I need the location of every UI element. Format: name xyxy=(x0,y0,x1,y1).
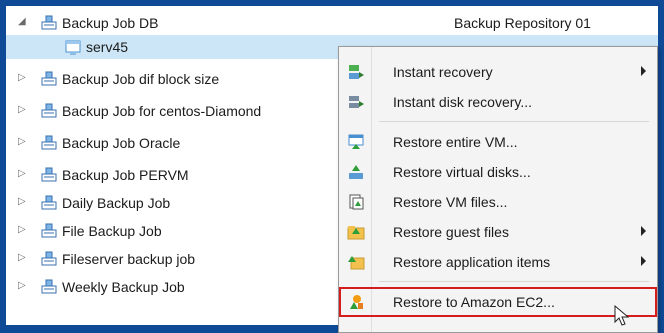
menu-item-restore-entire-vm[interactable]: Restore entire VM... xyxy=(339,127,657,157)
context-menu: Instant recovery Instant disk recovery..… xyxy=(338,46,658,333)
submenu-arrow-icon xyxy=(641,226,646,236)
menu-item-restore-guest-files[interactable]: Restore guest files xyxy=(339,217,657,247)
menu-item-restore-application-items[interactable]: Restore application items xyxy=(339,247,657,277)
menu-item-restore-virtual-disks[interactable]: Restore virtual disks... xyxy=(339,157,657,187)
tree-row-label: File Backup Job xyxy=(62,223,162,239)
tree-row-label: Backup Job DB xyxy=(62,15,159,31)
menu-item-label: Restore entire VM... xyxy=(393,134,518,150)
restore-vm-files-icon xyxy=(347,193,365,211)
menu-item-label: Restore VM files... xyxy=(393,194,508,210)
vm-icon xyxy=(64,38,82,56)
menu-item-label: Restore guest files xyxy=(393,224,509,240)
collapsed-triangle-icon[interactable]: ▷ xyxy=(18,224,28,236)
tree-row-label: Weekly Backup Job xyxy=(62,279,185,295)
backup-job-icon xyxy=(40,166,58,184)
menu-item-label: Restore to Amazon EC2... xyxy=(393,294,555,310)
backup-job-icon xyxy=(40,250,58,268)
tree-row-label: Backup Job PERVM xyxy=(62,167,189,183)
collapsed-triangle-icon[interactable]: ▷ xyxy=(18,104,28,116)
window-frame: ◢ Backup Job DB Backup Repository 01 ser… xyxy=(0,0,664,333)
menu-item-restore-to-amazon-ec2[interactable]: Restore to Amazon EC2... xyxy=(339,287,657,317)
menu-separator xyxy=(379,281,649,282)
restore-disks-icon xyxy=(347,163,365,181)
backup-job-icon xyxy=(40,134,58,152)
collapsed-triangle-icon[interactable]: ▷ xyxy=(18,252,28,264)
backup-job-icon xyxy=(40,278,58,296)
menu-item-restore-vm-files[interactable]: Restore VM files... xyxy=(339,187,657,217)
tree-row-label: Backup Job for centos-Diamond xyxy=(62,103,262,119)
instant-disk-recovery-icon xyxy=(347,93,365,111)
repository-label: Backup Repository 01 xyxy=(454,15,591,31)
backup-job-icon xyxy=(40,70,58,88)
menu-item-label: Instant recovery xyxy=(393,64,493,80)
restore-guest-files-icon xyxy=(347,223,365,241)
instant-recovery-icon xyxy=(347,63,365,81)
menu-item-instant-disk-recovery[interactable]: Instant disk recovery... xyxy=(339,87,657,117)
restore-app-items-icon xyxy=(347,253,365,271)
tree-row-label: Fileserver backup job xyxy=(62,251,196,267)
expanded-triangle-icon[interactable]: ◢ xyxy=(18,16,28,28)
menu-item-label: Instant disk recovery... xyxy=(393,94,533,110)
menu-separator xyxy=(379,121,649,122)
menu-item-label: Restore application items xyxy=(393,254,551,270)
tree-row-label: Backup Job dif block size xyxy=(62,71,220,87)
tree-row-label: serv45 xyxy=(86,39,129,55)
collapsed-triangle-icon[interactable]: ▷ xyxy=(18,280,28,292)
tree-row-label: Daily Backup Job xyxy=(62,195,171,211)
collapsed-triangle-icon[interactable]: ▷ xyxy=(18,72,28,84)
tree-row-label: Backup Job Oracle xyxy=(62,135,181,151)
collapsed-triangle-icon[interactable]: ▷ xyxy=(18,168,28,180)
collapsed-triangle-icon[interactable]: ▷ xyxy=(18,196,28,208)
menu-item-instant-recovery[interactable]: Instant recovery xyxy=(339,57,657,87)
tree-row-backup-job-db[interactable]: ◢ Backup Job DB Backup Repository 01 xyxy=(6,11,658,35)
submenu-arrow-icon xyxy=(641,66,646,76)
menu-item-label: Restore virtual disks... xyxy=(393,164,531,180)
backup-job-icon xyxy=(40,194,58,212)
backup-job-icon xyxy=(40,102,58,120)
restore-vm-icon xyxy=(347,133,365,151)
amazon-ec2-icon xyxy=(347,293,365,311)
backup-job-icon xyxy=(40,222,58,240)
submenu-arrow-icon xyxy=(641,256,646,266)
backup-job-icon xyxy=(40,14,58,32)
collapsed-triangle-icon[interactable]: ▷ xyxy=(18,136,28,148)
mouse-pointer-icon xyxy=(614,305,630,326)
